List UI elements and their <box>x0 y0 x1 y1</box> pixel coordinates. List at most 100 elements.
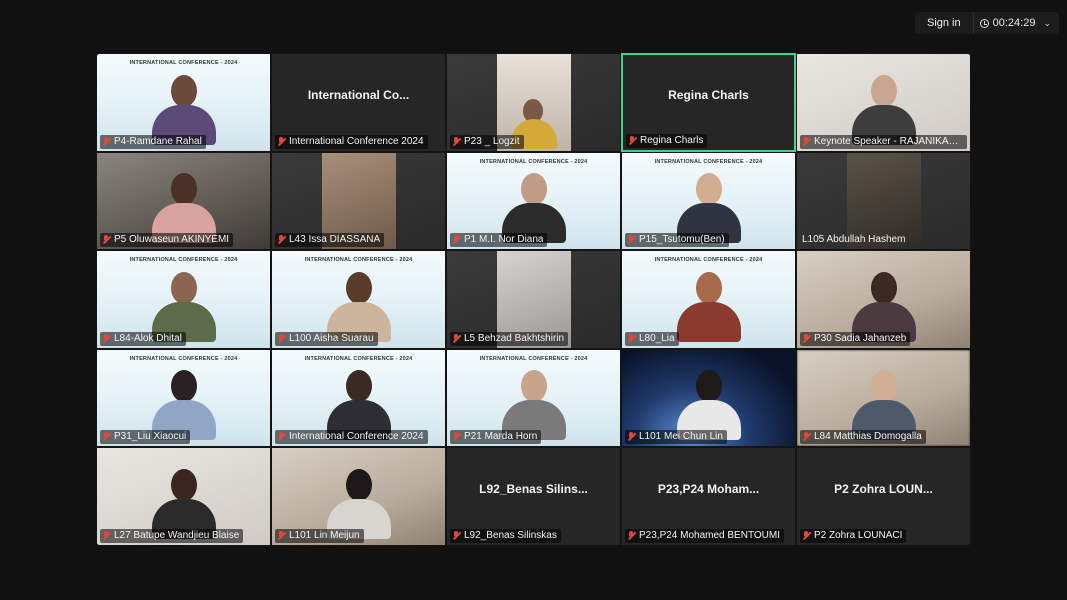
participant-tile[interactable]: L105 Abdullah Hashem <box>796 151 971 251</box>
participant-nameplate: L5 Behzad Bakhtshirin <box>450 331 569 346</box>
participant-display-name: P23,P24 Moham... <box>657 481 760 496</box>
mic-muted-icon <box>102 136 111 147</box>
participant-nameplate: P15_Tsutomu(Ben) <box>625 233 729 248</box>
participant-video <box>149 467 219 539</box>
participant-tile[interactable]: Keynote Speaker - RAJANIKANT... <box>796 53 971 152</box>
conference-banner: INTERNATIONAL CONFERENCE - 2024 <box>479 355 588 362</box>
conference-banner: INTERNATIONAL CONFERENCE - 2024 <box>304 257 413 264</box>
mic-muted-icon <box>627 235 636 245</box>
meeting-topbar: Sign in 00:24:29 ⌄ <box>914 12 1059 34</box>
participant-tile[interactable]: INTERNATIONAL CONFERENCE - 2024 P4-Ramda… <box>96 53 271 152</box>
participant-video <box>674 368 744 441</box>
participant-tile[interactable]: L101 Lin Meijun <box>271 447 446 546</box>
mic-muted-icon <box>102 530 111 541</box>
participant-nameplate: P2 Zohra LOUNACI <box>800 528 907 543</box>
participant-video <box>499 171 569 244</box>
conference-banner: INTERNATIONAL CONFERENCE - 2024 <box>129 60 238 66</box>
participant-nameplate: L100 Aisha Suarau <box>275 331 378 346</box>
mic-muted-icon <box>277 432 286 442</box>
participant-nameplate: P30 Sadia Jahanzeb <box>800 331 911 346</box>
participant-tile[interactable]: INTERNATIONAL CONFERENCE - 2024 L100 Ais… <box>271 250 446 349</box>
participant-tile[interactable]: P23 _ Logzit <box>446 53 621 152</box>
mic-muted-icon <box>628 135 637 146</box>
mic-muted-icon <box>627 333 636 344</box>
participant-tile[interactable]: L84 Matthias Domogalla <box>796 348 971 448</box>
participant-nameplate: P4-Ramdane Rahal <box>100 134 206 149</box>
participant-nameplate: P21 Marda Horn <box>450 430 542 445</box>
participant-video <box>149 270 219 342</box>
participant-display-name: L92_Benas Silins... <box>479 481 588 496</box>
conference-banner: INTERNATIONAL CONFERENCE - 2024 <box>479 158 588 165</box>
participant-tile[interactable]: INTERNATIONAL CONFERENCE - 2024 P1 M.I. … <box>446 151 621 251</box>
participant-grid: INTERNATIONAL CONFERENCE - 2024 P4-Ramda… <box>96 53 971 546</box>
mic-muted-icon <box>452 136 461 147</box>
participant-tile[interactable]: International Co... International Confer… <box>271 53 446 152</box>
participant-tile[interactable]: P30 Sadia Jahanzeb <box>796 250 971 349</box>
participant-video <box>849 73 919 145</box>
mic-muted-icon <box>102 333 111 344</box>
participant-nameplate: L80_Lia <box>625 331 679 346</box>
mic-muted-icon <box>277 530 286 541</box>
participant-tile[interactable]: INTERNATIONAL CONFERENCE - 2024 P15_Tsut… <box>621 151 796 251</box>
participant-video <box>324 270 394 342</box>
participant-tile[interactable]: L101 Mei Chun Lin <box>621 348 796 448</box>
participant-nameplate: L105 Abdullah Hashem <box>802 234 906 246</box>
participant-nameplate: International Conference 2024 <box>275 430 428 445</box>
participant-nameplate: L27 Batupe Wandjieu Blaise <box>100 528 244 543</box>
participant-nameplate: P23 _ Logzit <box>450 134 524 149</box>
participant-tile[interactable]: INTERNATIONAL CONFERENCE - 2024 P31_Liu … <box>96 348 271 448</box>
participant-tile[interactable]: L92_Benas Silins... L92_Benas Silinskas <box>446 447 621 546</box>
participant-video <box>674 171 744 244</box>
mic-muted-icon <box>802 333 811 344</box>
participant-tile[interactable]: INTERNATIONAL CONFERENCE - 2024 L84-Alok… <box>96 250 271 349</box>
participant-nameplate: International Conference 2024 <box>275 134 428 149</box>
sign-in-button[interactable]: Sign in <box>915 12 973 34</box>
participant-nameplate: L43 Issa DIASSANA <box>275 233 385 248</box>
participant-nameplate: L92_Benas Silinskas <box>450 528 561 543</box>
mic-muted-icon <box>452 530 461 541</box>
participant-nameplate: L101 Lin Meijun <box>275 528 364 543</box>
mic-muted-icon <box>277 235 286 245</box>
participant-tile[interactable]: L27 Batupe Wandjieu Blaise <box>96 447 271 546</box>
participant-tile[interactable]: P5 Oluwaseun AKINYEMI <box>96 151 271 251</box>
mic-muted-icon <box>627 432 636 442</box>
chevron-down-icon: ⌄ <box>1043 17 1051 28</box>
mic-muted-icon <box>627 530 636 541</box>
mic-muted-icon <box>802 136 811 147</box>
participant-tile[interactable]: INTERNATIONAL CONFERENCE - 2024 P21 Mard… <box>446 348 621 448</box>
conference-banner: INTERNATIONAL CONFERENCE - 2024 <box>654 158 763 165</box>
mic-muted-icon <box>452 235 461 245</box>
participant-nameplate: P31_Liu Xiaocui <box>100 430 191 445</box>
participant-display-name: P2 Zohra LOUN... <box>834 481 933 496</box>
participant-video <box>149 73 219 145</box>
participant-tile[interactable]: P2 Zohra LOUN... P2 Zohra LOUNACI <box>796 447 971 546</box>
participant-tile[interactable]: L5 Behzad Bakhtshirin <box>446 250 621 349</box>
participant-display-name: International Co... <box>307 87 410 102</box>
participant-video <box>324 368 394 441</box>
mic-muted-icon <box>802 432 811 442</box>
participant-tile-active-speaker[interactable]: Regina Charls Regina Charls <box>621 53 796 152</box>
participant-video <box>149 368 219 441</box>
meeting-timer[interactable]: 00:24:29 ⌄ <box>972 12 1059 34</box>
participant-nameplate: P23,P24 Mohamed BENTOUMI <box>625 528 784 543</box>
conference-banner: INTERNATIONAL CONFERENCE - 2024 <box>654 257 763 264</box>
participant-video <box>849 368 919 441</box>
participant-nameplate: Regina Charls <box>626 133 708 148</box>
participant-tile[interactable]: L43 Issa DIASSANA <box>271 151 446 251</box>
conference-banner: INTERNATIONAL CONFERENCE - 2024 <box>129 355 238 362</box>
participant-display-name: Regina Charls <box>668 87 749 102</box>
participant-tile[interactable]: P23,P24 Moham... P23,P24 Mohamed BENTOUM… <box>621 447 796 546</box>
mic-muted-icon <box>452 432 461 442</box>
participant-nameplate: L101 Mei Chun Lin <box>625 430 727 445</box>
participant-video <box>324 467 394 539</box>
participant-nameplate: L84-Alok Dhital <box>100 331 186 346</box>
timer-value: 00:24:29 <box>992 17 1036 29</box>
participant-tile[interactable]: INTERNATIONAL CONFERENCE - 2024 Internat… <box>271 348 446 448</box>
mic-muted-icon <box>452 333 461 344</box>
participant-video <box>149 171 219 244</box>
participant-nameplate: P5 Oluwaseun AKINYEMI <box>100 233 234 248</box>
participant-nameplate: L84 Matthias Domogalla <box>800 430 926 445</box>
clock-icon <box>979 18 989 28</box>
participant-tile[interactable]: INTERNATIONAL CONFERENCE - 2024 L80_Lia <box>621 250 796 349</box>
mic-muted-icon <box>802 530 811 541</box>
